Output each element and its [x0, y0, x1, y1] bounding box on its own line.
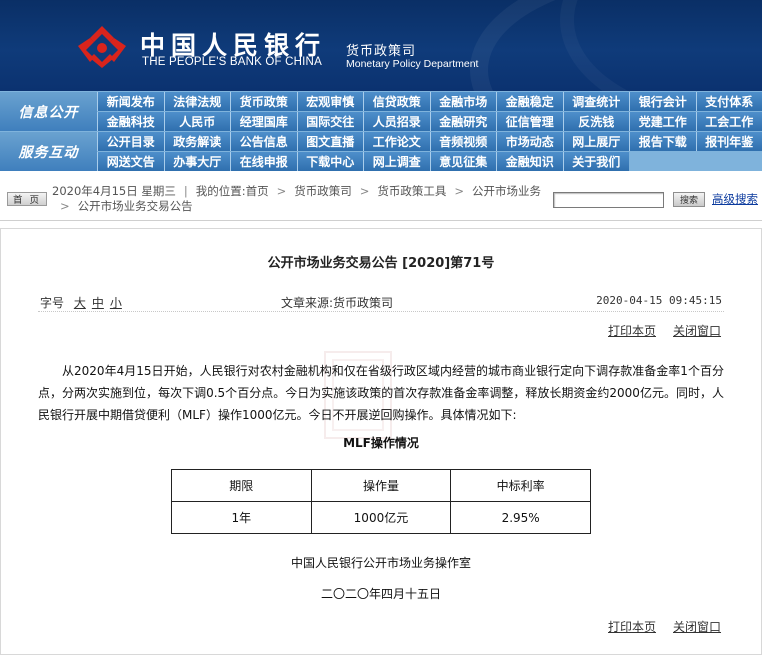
nav-item-section2-15[interactable]: 意见征集: [429, 152, 496, 171]
nav-item-section1-0[interactable]: 新闻发布: [97, 92, 164, 111]
current-date: 2020年4月15日 星期三: [52, 184, 176, 198]
nav-item-section2-0[interactable]: 公开目录: [97, 132, 164, 151]
close-window-link[interactable]: 关闭窗口: [673, 618, 721, 635]
nav-item-section1-17[interactable]: 反洗钱: [562, 112, 629, 131]
nav-item-section2-3[interactable]: 图文直播: [296, 132, 363, 151]
article-meta: 字号 大中小 文章来源:货币政策司 2020-04-15 09:45:15: [38, 292, 724, 312]
advanced-search-link[interactable]: 高级搜索: [712, 191, 758, 207]
breadcrumb-item-home[interactable]: 首页: [246, 184, 269, 198]
nav-item-section2-11[interactable]: 办事大厅: [163, 152, 230, 171]
article-datetime: 2020-04-15 09:45:15: [596, 294, 722, 307]
nav-item-section2-4[interactable]: 工作论文: [363, 132, 430, 151]
nav-item-section1-15[interactable]: 金融研究: [429, 112, 496, 131]
nav-item-section2-13[interactable]: 下载中心: [296, 152, 363, 171]
table-header-rate: 中标利率: [450, 469, 591, 502]
article-body: 从2020年4月15日开始，人民银行对农村金融机构和仅在省级行政区域内经营的城市…: [38, 364, 724, 422]
search-button[interactable]: 搜索: [673, 192, 705, 207]
breadcrumb-item-monetary-policy-dept[interactable]: 货币政策司: [294, 184, 352, 198]
nav-item-section1-5[interactable]: 金融市场: [429, 92, 496, 111]
home-button[interactable]: 首 页: [7, 192, 47, 206]
table-row: 1年 1000亿元 2.95%: [171, 501, 591, 534]
nav-item-section1-3[interactable]: 宏观审慎: [296, 92, 363, 111]
location-label: 我的位置:: [195, 184, 246, 198]
search-input[interactable]: [553, 192, 664, 208]
font-size-label: 字号: [40, 296, 65, 310]
nav-item-section2-17[interactable]: 关于我们: [562, 152, 629, 171]
nav-item-section1-4[interactable]: 信贷政策: [363, 92, 430, 111]
nav-item-section2-9[interactable]: 报刊年鉴: [695, 132, 762, 151]
nav-item-section1-19[interactable]: 工会工作: [695, 112, 762, 131]
table-header-row: 期限 操作量 中标利率: [171, 469, 591, 502]
nav-item-section2-12[interactable]: 在线申报: [230, 152, 297, 171]
breadcrumb-item-announcements[interactable]: 公开市场业务交易公告: [78, 199, 193, 213]
nav-section-info-public: 信息公开: [0, 92, 97, 131]
font-size-small[interactable]: 小: [110, 296, 122, 310]
nav-item-section1-7[interactable]: 调查统计: [562, 92, 629, 111]
nav-item-section1-6[interactable]: 金融稳定: [496, 92, 563, 111]
close-window-link[interactable]: 关闭窗口: [673, 322, 721, 339]
nav-item-section1-13[interactable]: 国际交往: [296, 112, 363, 131]
table-cell-amount: 1000亿元: [310, 501, 452, 534]
nav-item-section1-2[interactable]: 货币政策: [230, 92, 297, 111]
department-name-en: Monetary Policy Department: [346, 58, 479, 70]
pboc-emblem-icon[interactable]: [74, 24, 130, 70]
nav-section-service: 服务互动: [0, 132, 97, 171]
nav-item-section2-1[interactable]: 政务解读: [163, 132, 230, 151]
table-cell-term: 1年: [171, 501, 312, 534]
nav-item-section2-6[interactable]: 市场动态: [496, 132, 563, 151]
nav-item-section1-16[interactable]: 征信管理: [496, 112, 563, 131]
nav-item-section2-7[interactable]: 网上展厅: [562, 132, 629, 151]
article-source: 文章来源:货币政策司: [281, 296, 394, 310]
nav-item-section1-9[interactable]: 支付体系: [695, 92, 762, 111]
signature-date: 二〇二〇年四月十五日: [320, 587, 441, 601]
article-title: 公开市场业务交易公告 [2020]第71号: [267, 256, 495, 271]
department-name-cn: 货币政策司: [346, 44, 417, 59]
nav-item-section2-8[interactable]: 报告下载: [629, 132, 696, 151]
breadcrumb-item-open-market[interactable]: 公开市场业务: [472, 184, 541, 198]
nav-item-section1-14[interactable]: 人员招录: [363, 112, 430, 131]
nav-item-section2-5[interactable]: 音频视频: [429, 132, 496, 151]
nav-item-section1-10[interactable]: 金融科技: [97, 112, 164, 131]
table-header-term: 期限: [171, 469, 312, 502]
table-title: MLF操作情况: [343, 436, 419, 450]
nav-item-section2-2[interactable]: 公告信息: [230, 132, 297, 151]
font-size-large[interactable]: 大: [74, 296, 86, 310]
nav-item-section2-16[interactable]: 金融知识: [496, 152, 563, 171]
nav-item-section1-11[interactable]: 人民币: [163, 112, 230, 131]
print-page-link[interactable]: 打印本页: [608, 618, 656, 635]
table-header-amount: 操作量: [310, 469, 452, 502]
nav-item-section2-14[interactable]: 网上调查: [363, 152, 430, 171]
breadcrumb-bar: 首 页 2020年4月15日 星期三 | 我的位置:首页 > 货币政策司 > 货币政策工具 >…: [0, 180, 762, 214]
nav-item-section2-10[interactable]: 网送文告: [97, 152, 164, 171]
site-header: 中国人民银行 THE PEOPLE'S BANK OF CHINA 货币政策司 …: [0, 0, 762, 91]
divider: [0, 220, 762, 221]
bank-name-en[interactable]: THE PEOPLE'S BANK OF CHINA: [142, 56, 322, 68]
font-size-medium[interactable]: 中: [92, 296, 104, 310]
header-decoration: [560, 0, 762, 91]
breadcrumb-item-policy-tools[interactable]: 货币政策工具: [377, 184, 446, 198]
nav-item-section1-12[interactable]: 经理国库: [230, 112, 297, 131]
font-size-controls: 字号 大中小: [40, 294, 122, 311]
breadcrumb: 2020年4月15日 星期三 | 我的位置:首页 > 货币政策司 > 货币政策工具 > 公开市场…: [52, 184, 542, 213]
nav-item-section1-1[interactable]: 法律法规: [163, 92, 230, 111]
nav-item-section1-18[interactable]: 党建工作: [629, 112, 696, 131]
main-nav: 信息公开 服务互动 新闻发布 法律法规 货币政策 宏观审慎 信贷政策 金融市场 金融稳定 调查…: [0, 91, 762, 171]
table-cell-rate: 2.95%: [450, 501, 591, 534]
print-page-link[interactable]: 打印本页: [608, 322, 656, 339]
nav-item-section1-8[interactable]: 银行会计: [629, 92, 696, 111]
mlf-table: 期限 操作量 中标利率 1年 1000亿元 2.95%: [171, 469, 591, 534]
signature-office: 中国人民银行公开市场业务操作室: [290, 556, 471, 570]
nav-menu-grid: 新闻发布 法律法规 货币政策 宏观审慎 信贷政策 金融市场 金融稳定 调查统计 银行会计 支付体系…: [97, 92, 762, 171]
